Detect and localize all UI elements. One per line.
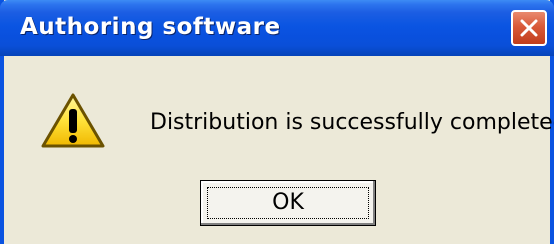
close-button[interactable]	[511, 10, 547, 46]
ok-button-label: OK	[272, 190, 304, 215]
close-icon	[520, 19, 538, 37]
title-bar[interactable]: Authoring software	[0, 0, 554, 56]
ok-button[interactable]: OK	[200, 180, 376, 226]
warning-icon	[41, 93, 105, 148]
dialog-message: Distribution is successfully completed.	[150, 110, 554, 135]
window-title: Authoring software	[20, 14, 281, 40]
message-dialog: Authoring software Distribution is succe…	[0, 0, 554, 244]
